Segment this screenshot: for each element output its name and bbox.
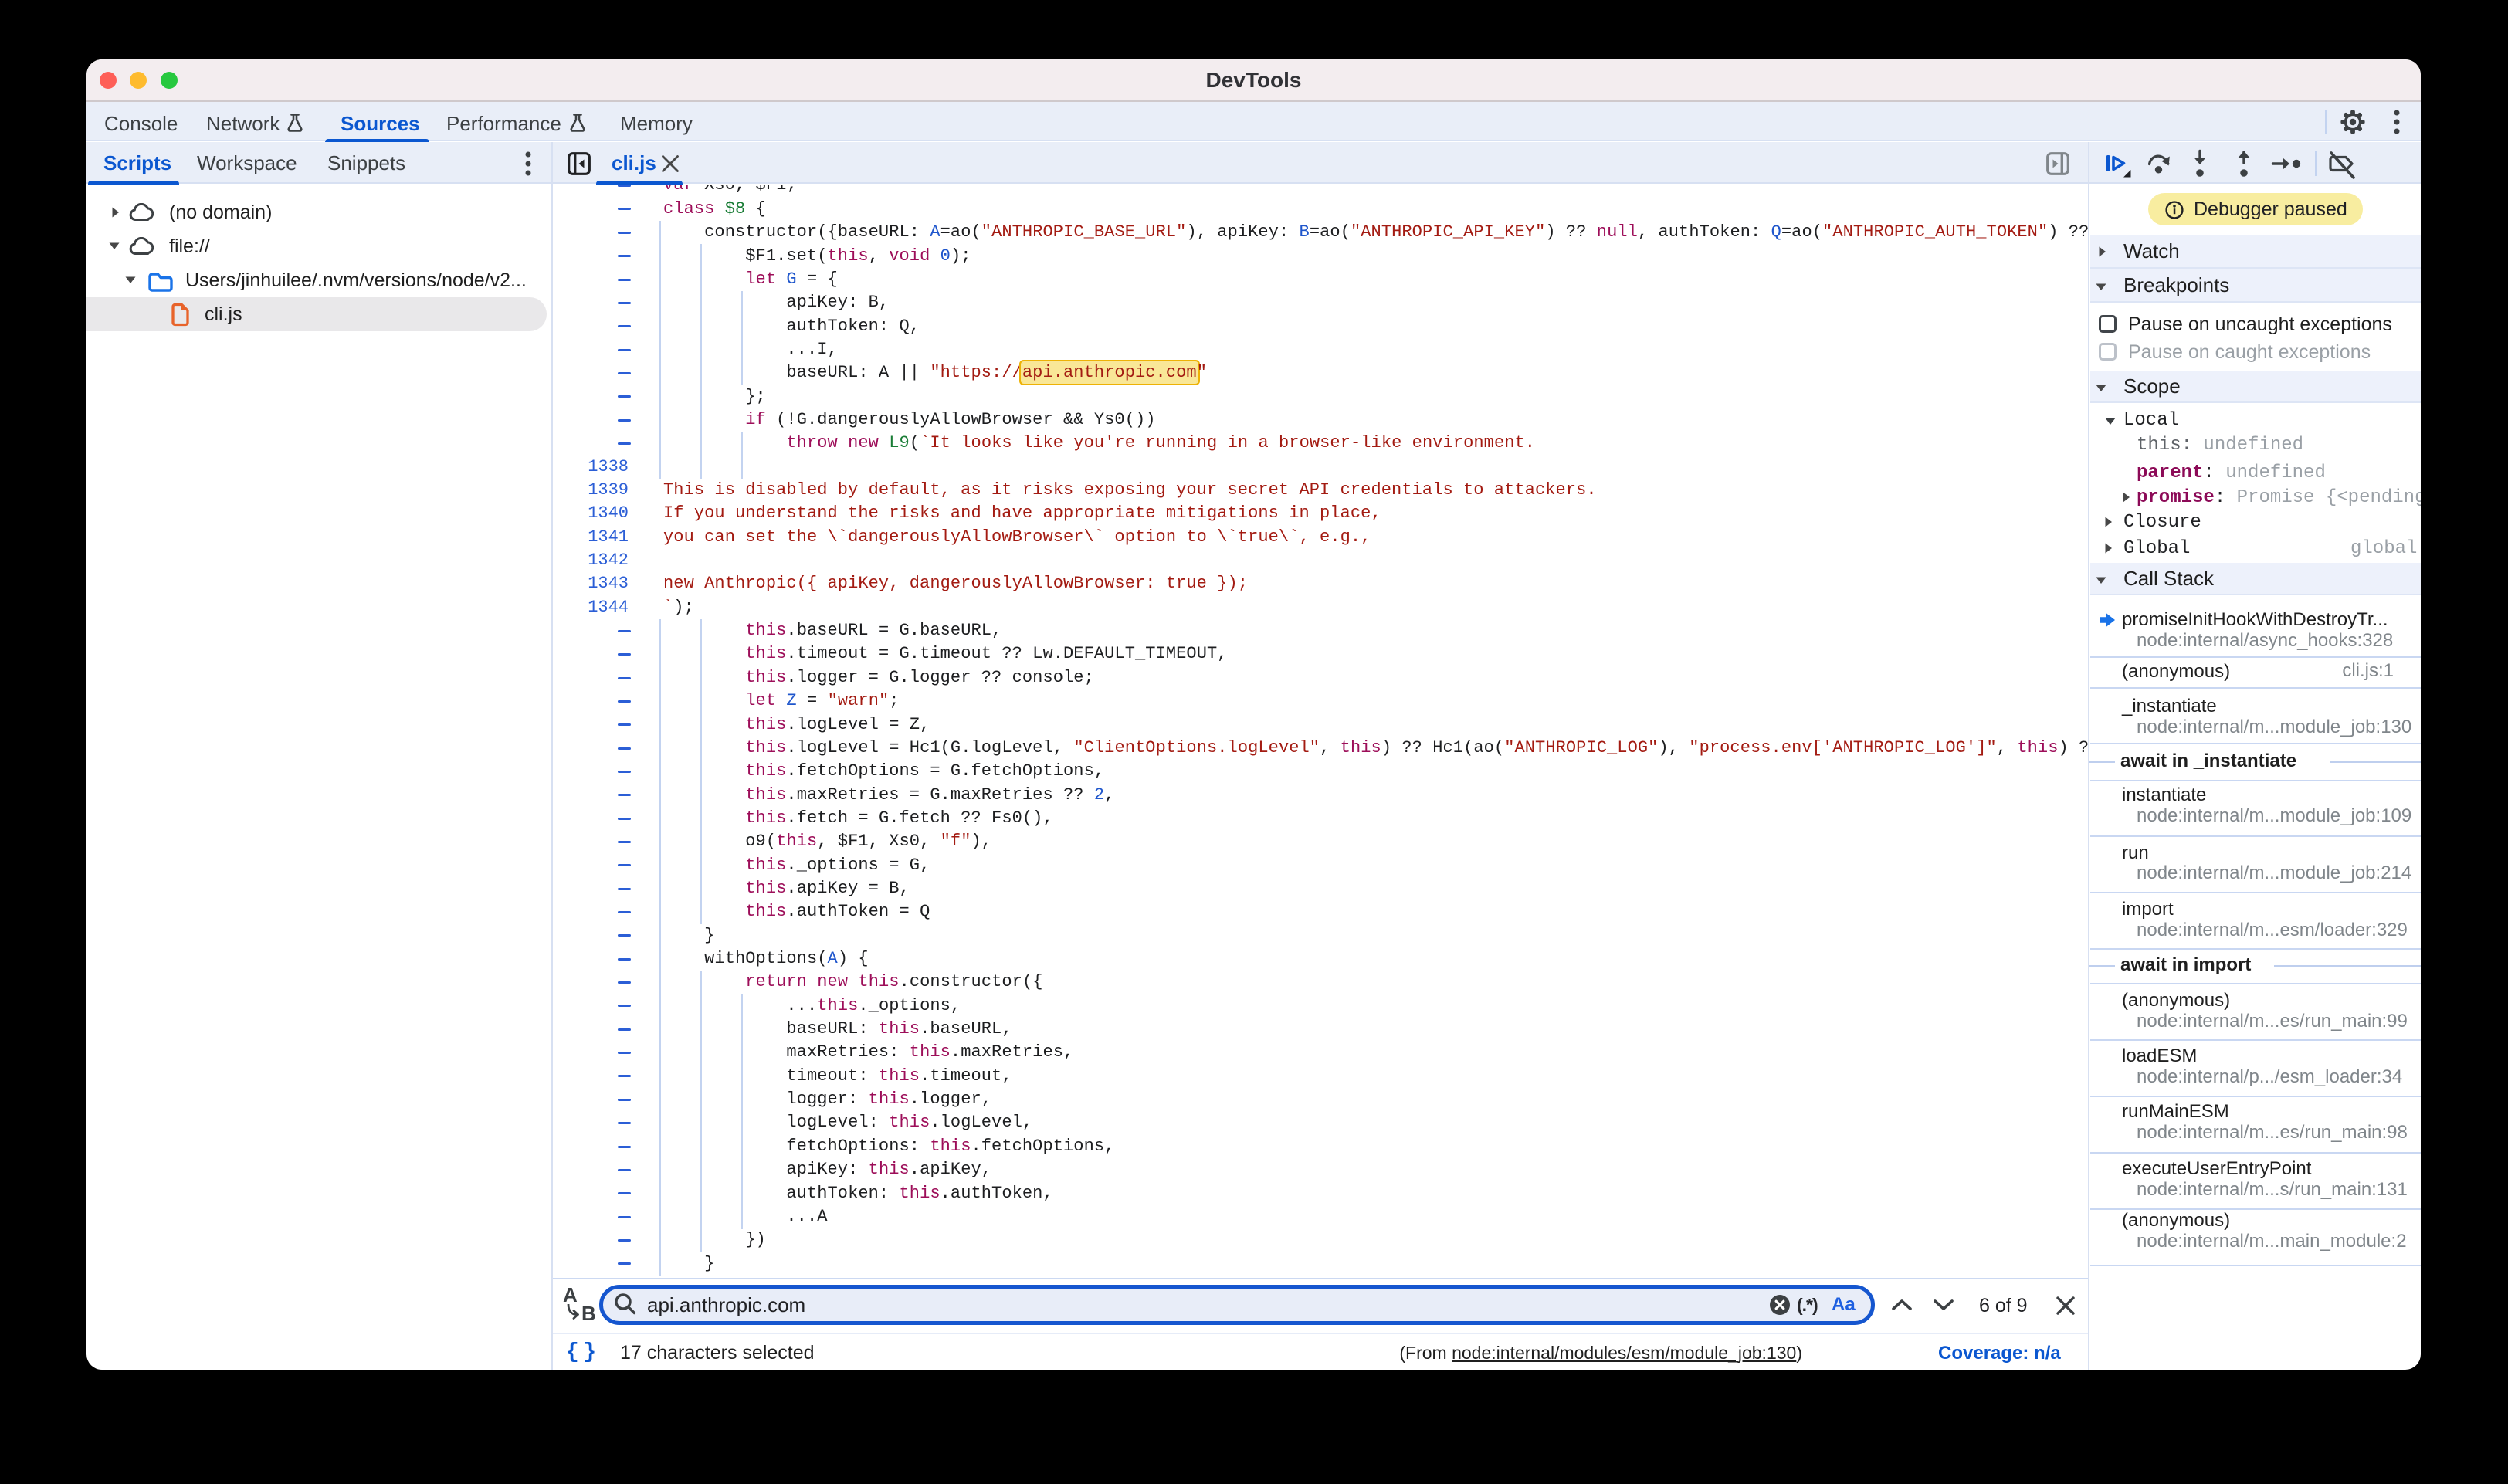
- svg-text:B: B: [581, 1302, 596, 1322]
- svg-text:A: A: [563, 1285, 578, 1306]
